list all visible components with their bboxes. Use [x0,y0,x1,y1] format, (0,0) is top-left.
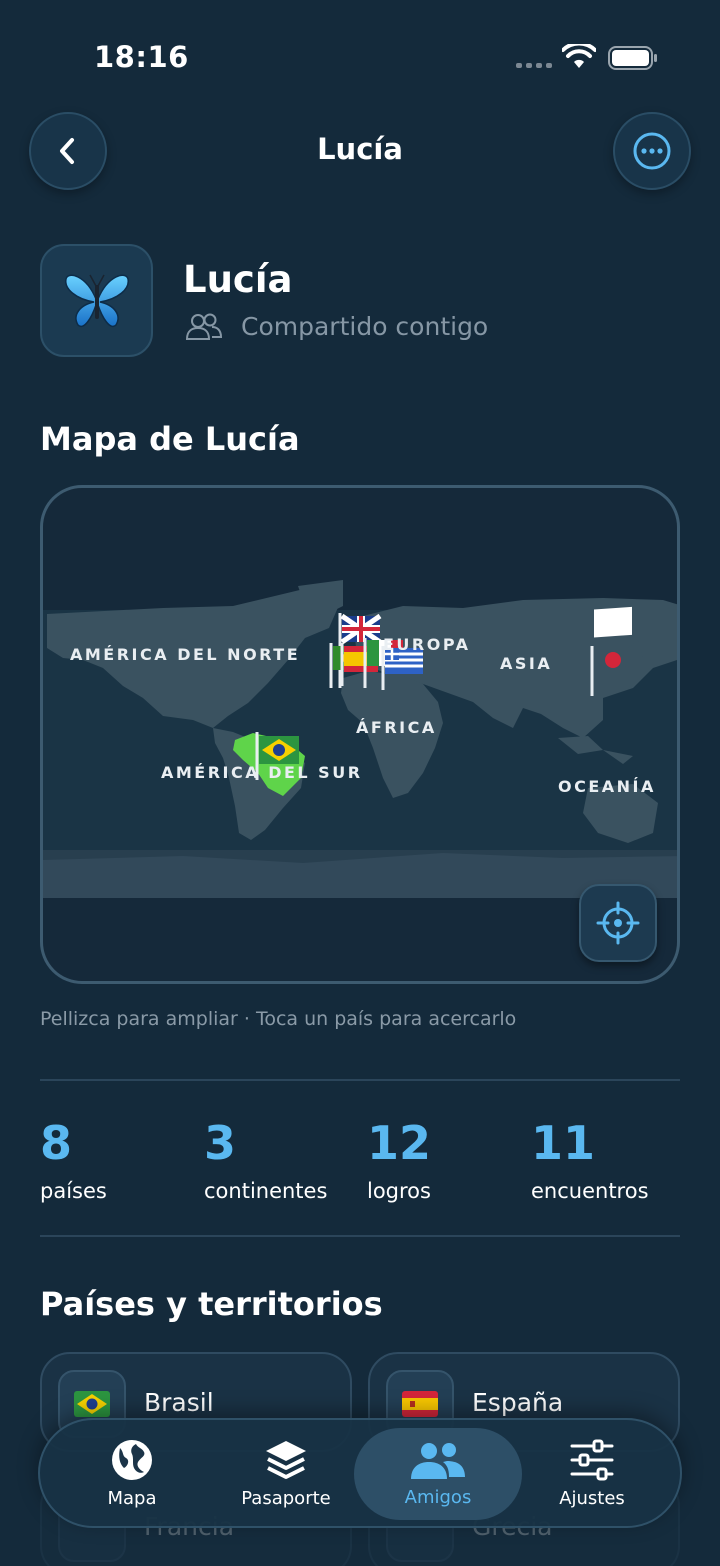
more-options-button[interactable] [613,112,691,190]
nav-title: Lucía [317,132,403,166]
wifi-icon [562,44,596,68]
battery-icon [608,46,657,70]
sliders-icon [570,1439,614,1480]
cellular-signal-icon [516,63,552,68]
tab-pasaporte[interactable]: Pasaporte [206,1420,366,1526]
globe-icon [112,1439,152,1480]
divider-bottom [40,1235,680,1237]
tab-amigos-label: Amigos [404,1486,472,1508]
shared-label: Compartido contigo [241,312,489,341]
tab-pasaporte-label: Pasaporte [241,1487,331,1509]
country-name: Brasil [144,1388,214,1417]
tab-amigos[interactable]: Amigos [354,1428,522,1520]
locate-button[interactable] [579,884,657,962]
layers-icon [266,1440,306,1479]
status-time: 18:16 [94,40,189,74]
people-icon [411,1442,465,1479]
map-section-title: Mapa de Lucía [40,420,300,458]
butterfly-icon [64,274,129,327]
people-icon [185,313,223,340]
ellipsis-circle-icon [633,132,671,170]
stat-encounters-value: 11 [531,1116,596,1170]
tab-bar: Mapa Pasaporte Amigos Ajustes [38,1418,682,1528]
map-label-asia: ASIA [500,654,553,673]
stat-achievements: 12 logros [367,1115,431,1203]
avatar [40,244,153,357]
tab-ajustes-label: Ajustes [559,1487,625,1509]
map-label-europe: EUROPA [383,635,471,654]
stat-encounters: 11 encuentros [531,1115,649,1203]
divider-top [40,1079,680,1081]
world-map[interactable]: AMÉRICA DEL NORTE EUROPA ASIA ÁFRICA AMÉ… [40,485,680,984]
country-name: España [472,1388,564,1417]
stat-countries-value: 8 [40,1116,73,1170]
stat-continents: 3 continentes [204,1115,327,1203]
stat-achievements-label: logros [367,1179,431,1203]
shared-status: Compartido contigo [185,312,488,341]
map-label-north-america: AMÉRICA DEL NORTE [70,645,301,664]
profile-name: Lucía [183,258,293,301]
tab-ajustes[interactable]: Ajustes [512,1420,672,1526]
stat-countries: 8 países [40,1115,107,1203]
tab-mapa-label: Mapa [107,1487,157,1509]
stat-achievements-value: 12 [367,1116,432,1170]
stat-continents-label: continentes [204,1179,328,1203]
map-label-south-america: AMÉRICA DEL SUR [161,763,363,782]
map-label-oceania: OCEANÍA [558,777,656,796]
countries-section-title: Países y territorios [40,1285,383,1323]
crosshair-icon [596,901,640,945]
map-hint: Pellizca para ampliar · Toca un país par… [40,1008,517,1030]
tab-mapa[interactable]: Mapa [52,1420,212,1526]
map-label-africa: ÁFRICA [356,718,437,737]
stat-countries-label: países [40,1179,107,1203]
stat-continents-value: 3 [204,1116,237,1170]
stat-encounters-label: encuentros [531,1179,649,1203]
